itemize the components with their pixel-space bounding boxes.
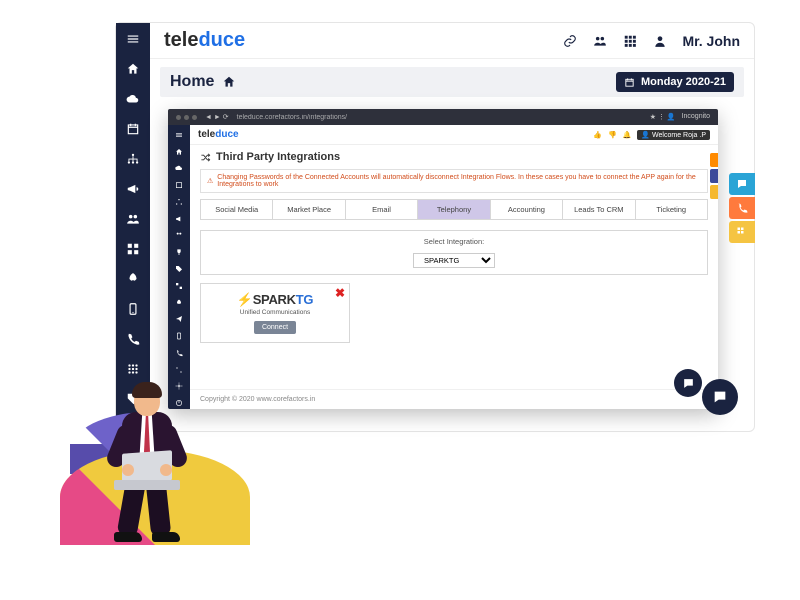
nested-chat-bubble[interactable] [674,369,702,397]
apps-icon[interactable] [168,364,190,376]
user-icon[interactable] [652,33,668,49]
side-badge-3[interactable] [710,185,718,199]
nested-header: teleduce 👍 👎 🔔 👤 Welcome Roja .P [190,125,718,145]
url-bar[interactable]: teleduce.corefactors.in/integrations/ [237,114,642,121]
link-icon[interactable] [562,33,578,49]
home-icon[interactable] [168,146,190,158]
outer-sidebar [116,23,150,431]
send-icon[interactable] [168,313,190,325]
outer-chat-bubble[interactable] [702,379,738,415]
phone-icon[interactable] [168,347,190,359]
breadcrumb-home[interactable]: Home [170,73,214,91]
tab-email[interactable]: Email [346,200,418,219]
integration-logo: ⚡SPARKTG [209,292,341,308]
shuffle-icon [200,152,211,163]
nested-side-badges [710,153,718,199]
tab-market-place[interactable]: Market Place [273,200,345,219]
nested-brand: teleduce [198,129,239,140]
sitemap-icon[interactable] [116,149,150,169]
tab-ticketing[interactable]: Ticketing [636,200,707,219]
users-icon[interactable] [116,209,150,229]
breadcrumb: Home Monday 2020-21 [160,67,744,97]
calendar-icon[interactable] [168,179,190,191]
integration-tagline: Unified Communications [209,309,341,316]
tab-leads-to-crm[interactable]: Leads To CRM [563,200,635,219]
tab-social-media[interactable]: Social Media [201,200,273,219]
nested-sidebar [168,125,190,409]
outer-header: teleduce Mr. John [150,23,754,59]
side-tab-3[interactable] [729,221,755,243]
users-icon[interactable] [592,33,608,49]
grid-icon[interactable] [168,280,190,292]
app-window: teleduce Mr. John Home Monday 2020-21 ◄ … [115,22,755,432]
bell-icon[interactable]: 🔔 [623,131,632,139]
person-illustration [90,380,210,560]
sitemap-icon[interactable] [168,196,190,208]
warning-icon: ⚠ [207,177,213,185]
thumbs-up-icon[interactable]: 👍 [593,131,602,139]
users-icon[interactable] [168,230,190,242]
connect-button[interactable]: Connect [254,321,296,334]
cloud-icon[interactable] [116,89,150,109]
rocket-icon[interactable] [168,297,190,309]
tab-accounting[interactable]: Accounting [491,200,563,219]
close-icon[interactable]: ✖ [335,286,345,300]
rocket-icon[interactable] [116,269,150,289]
side-tab-2[interactable] [729,197,755,219]
header-right: Mr. John [562,33,740,49]
bullhorn-icon[interactable] [168,213,190,225]
illustration [30,380,280,590]
menu-icon[interactable] [116,29,150,49]
nav-arrows[interactable]: ◄ ► ⟳ [205,113,229,121]
chrome-right-icons: ★ ⋮ 👤 Incognito [650,113,710,121]
side-tab-1[interactable] [729,173,755,195]
date-badge-label: Monday 2020-21 [641,76,726,88]
trophy-icon[interactable] [168,246,190,258]
date-badge[interactable]: Monday 2020-21 [616,72,734,92]
phone-icon[interactable] [116,329,150,349]
nested-screenshot: ◄ ► ⟳ teleduce.corefactors.in/integratio… [168,109,718,409]
calendar-icon [624,77,635,88]
tag-icon[interactable] [168,263,190,275]
menu-icon[interactable] [168,129,190,141]
page-title: Third Party Integrations [190,145,718,169]
integration-select[interactable]: SPARKTG [413,253,495,268]
welcome-pill: 👤 Welcome Roja .P [637,130,710,140]
browser-chrome: ◄ ► ⟳ teleduce.corefactors.in/integratio… [168,109,718,125]
select-label: Select Integration: [207,237,701,246]
home-icon[interactable] [116,59,150,79]
outer-side-badges [729,173,755,243]
tab-telephony[interactable]: Telephony [418,200,490,219]
thumbs-down-icon[interactable]: 👎 [608,131,617,139]
integration-card-sparktg: ✖ ⚡SPARKTG Unified Communications Connec… [200,283,350,343]
apps-icon[interactable] [116,359,150,379]
side-badge-1[interactable] [710,153,718,167]
user-name[interactable]: Mr. John [682,33,740,49]
bullhorn-icon[interactable] [116,179,150,199]
mobile-icon[interactable] [116,299,150,319]
grid-icon[interactable] [116,239,150,259]
nested-main: teleduce 👍 👎 🔔 👤 Welcome Roja .P Third P… [190,125,718,409]
select-integration-box: Select Integration: SPARKTG [200,230,708,275]
brand-logo: teleduce [164,29,245,52]
home-icon [222,75,236,89]
apps-icon[interactable] [622,33,638,49]
side-badge-2[interactable] [710,169,718,183]
integration-tabs: Social Media Market Place Email Telephon… [200,199,708,220]
warning-bar: ⚠ Changing Passwords of the Connected Ac… [200,169,708,193]
cloud-icon[interactable] [168,163,190,175]
calendar-icon[interactable] [116,119,150,139]
mobile-icon[interactable] [168,330,190,342]
